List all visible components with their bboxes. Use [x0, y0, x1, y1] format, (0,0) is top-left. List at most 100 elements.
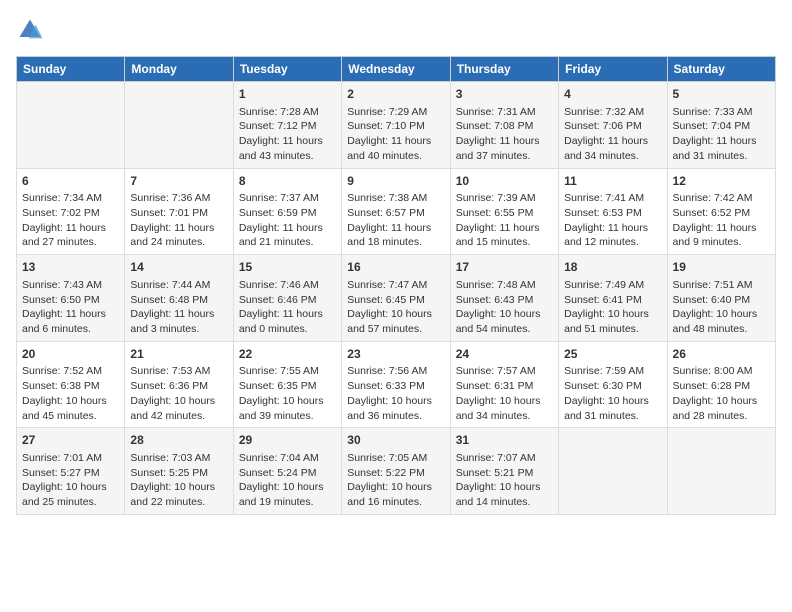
calendar-cell: [125, 82, 233, 169]
day-number: 17: [456, 259, 553, 276]
calendar-cell: 23 Sunrise: 7:56 AM Sunset: 6:33 PM Dayli…: [342, 341, 450, 428]
column-header-sunday: Sunday: [17, 57, 125, 82]
cell-content: Sunrise: 8:00 AM Sunset: 6:28 PM Dayligh…: [673, 365, 758, 421]
day-number: 15: [239, 259, 336, 276]
calendar-cell: 13 Sunrise: 7:43 AM Sunset: 6:50 PM Dayli…: [17, 255, 125, 342]
day-number: 11: [564, 173, 661, 190]
calendar-cell: 27 Sunrise: 7:01 AM Sunset: 5:27 PM Dayli…: [17, 428, 125, 515]
cell-content: Sunrise: 7:59 AM Sunset: 6:30 PM Dayligh…: [564, 365, 649, 421]
calendar-cell: 1 Sunrise: 7:28 AM Sunset: 7:12 PM Daylig…: [233, 82, 341, 169]
column-header-friday: Friday: [559, 57, 667, 82]
calendar-cell: 3 Sunrise: 7:31 AM Sunset: 7:08 PM Daylig…: [450, 82, 558, 169]
day-number: 7: [130, 173, 227, 190]
day-number: 23: [347, 346, 444, 363]
calendar-cell: 22 Sunrise: 7:55 AM Sunset: 6:35 PM Dayli…: [233, 341, 341, 428]
calendar-cell: 19 Sunrise: 7:51 AM Sunset: 6:40 PM Dayli…: [667, 255, 775, 342]
cell-content: Sunrise: 7:56 AM Sunset: 6:33 PM Dayligh…: [347, 365, 432, 421]
day-number: 19: [673, 259, 770, 276]
day-number: 18: [564, 259, 661, 276]
cell-content: Sunrise: 7:52 AM Sunset: 6:38 PM Dayligh…: [22, 365, 107, 421]
calendar-cell: 14 Sunrise: 7:44 AM Sunset: 6:48 PM Dayli…: [125, 255, 233, 342]
cell-content: Sunrise: 7:04 AM Sunset: 5:24 PM Dayligh…: [239, 452, 324, 508]
week-row-1: 1 Sunrise: 7:28 AM Sunset: 7:12 PM Daylig…: [17, 82, 776, 169]
calendar-cell: 28 Sunrise: 7:03 AM Sunset: 5:25 PM Dayli…: [125, 428, 233, 515]
calendar-cell: [559, 428, 667, 515]
calendar-cell: [667, 428, 775, 515]
calendar-table: SundayMondayTuesdayWednesdayThursdayFrid…: [16, 56, 776, 515]
day-number: 22: [239, 346, 336, 363]
column-header-tuesday: Tuesday: [233, 57, 341, 82]
week-row-5: 27 Sunrise: 7:01 AM Sunset: 5:27 PM Dayli…: [17, 428, 776, 515]
calendar-cell: [17, 82, 125, 169]
page-header: [16, 16, 776, 44]
day-number: 24: [456, 346, 553, 363]
day-number: 21: [130, 346, 227, 363]
calendar-cell: 9 Sunrise: 7:38 AM Sunset: 6:57 PM Daylig…: [342, 168, 450, 255]
day-number: 12: [673, 173, 770, 190]
cell-content: Sunrise: 7:01 AM Sunset: 5:27 PM Dayligh…: [22, 452, 107, 508]
day-number: 4: [564, 86, 661, 103]
week-row-2: 6 Sunrise: 7:34 AM Sunset: 7:02 PM Daylig…: [17, 168, 776, 255]
day-number: 5: [673, 86, 770, 103]
cell-content: Sunrise: 7:44 AM Sunset: 6:48 PM Dayligh…: [130, 279, 214, 335]
cell-content: Sunrise: 7:33 AM Sunset: 7:04 PM Dayligh…: [673, 106, 757, 162]
day-number: 3: [456, 86, 553, 103]
calendar-cell: 8Sunrise: 7:37 AM Sunset: 6:59 PM Daylig…: [233, 168, 341, 255]
day-number: 9: [347, 173, 444, 190]
calendar-cell: 16Sunrise: 7:47 AM Sunset: 6:45 PM Dayli…: [342, 255, 450, 342]
calendar-cell: 24 Sunrise: 7:57 AM Sunset: 6:31 PM Dayli…: [450, 341, 558, 428]
cell-content: Sunrise: 7:43 AM Sunset: 6:50 PM Dayligh…: [22, 279, 106, 335]
calendar-cell: 20 Sunrise: 7:52 AM Sunset: 6:38 PM Dayli…: [17, 341, 125, 428]
calendar-cell: 5 Sunrise: 7:33 AM Sunset: 7:04 PM Daylig…: [667, 82, 775, 169]
cell-content: Sunrise: 7:03 AM Sunset: 5:25 PM Dayligh…: [130, 452, 215, 508]
day-number: 2: [347, 86, 444, 103]
day-number: 26: [673, 346, 770, 363]
cell-content: Sunrise: 7:38 AM Sunset: 6:57 PM Dayligh…: [347, 192, 431, 248]
cell-content: Sunrise: 7:55 AM Sunset: 6:35 PM Dayligh…: [239, 365, 324, 421]
calendar-cell: 7Sunrise: 7:36 AM Sunset: 7:01 PM Daylig…: [125, 168, 233, 255]
calendar-cell: 26 Sunrise: 8:00 AM Sunset: 6:28 PM Dayli…: [667, 341, 775, 428]
calendar-cell: 17 Sunrise: 7:48 AM Sunset: 6:43 PM Dayli…: [450, 255, 558, 342]
cell-content: Sunrise: 7:41 AM Sunset: 6:53 PM Dayligh…: [564, 192, 648, 248]
cell-content: Sunrise: 7:48 AM Sunset: 6:43 PM Dayligh…: [456, 279, 541, 335]
cell-content: Sunrise: 7:49 AM Sunset: 6:41 PM Dayligh…: [564, 279, 649, 335]
cell-content: Sunrise: 7:57 AM Sunset: 6:31 PM Dayligh…: [456, 365, 541, 421]
column-header-monday: Monday: [125, 57, 233, 82]
column-header-saturday: Saturday: [667, 57, 775, 82]
day-number: 6: [22, 173, 119, 190]
day-number: 29: [239, 432, 336, 449]
cell-content: Sunrise: 7:51 AM Sunset: 6:40 PM Dayligh…: [673, 279, 758, 335]
calendar-cell: 12 Sunrise: 7:42 AM Sunset: 6:52 PM Dayli…: [667, 168, 775, 255]
day-number: 10: [456, 173, 553, 190]
cell-content: Sunrise: 7:28 AM Sunset: 7:12 PM Dayligh…: [239, 106, 323, 162]
calendar-cell: 21 Sunrise: 7:53 AM Sunset: 6:36 PM Dayli…: [125, 341, 233, 428]
day-number: 27: [22, 432, 119, 449]
day-number: 30: [347, 432, 444, 449]
cell-content: Sunrise: 7:29 AM Sunset: 7:10 PM Dayligh…: [347, 106, 431, 162]
cell-content: Sunrise: 7:39 AM Sunset: 6:55 PM Dayligh…: [456, 192, 540, 248]
calendar-cell: 18 Sunrise: 7:49 AM Sunset: 6:41 PM Dayli…: [559, 255, 667, 342]
calendar-cell: 15Sunrise: 7:46 AM Sunset: 6:46 PM Dayli…: [233, 255, 341, 342]
calendar-cell: 2 Sunrise: 7:29 AM Sunset: 7:10 PM Daylig…: [342, 82, 450, 169]
day-number: 1: [239, 86, 336, 103]
day-number: 16: [347, 259, 444, 276]
logo-icon: [16, 16, 44, 44]
day-number: 14: [130, 259, 227, 276]
day-number: 31: [456, 432, 553, 449]
cell-content: Sunrise: 7:05 AM Sunset: 5:22 PM Dayligh…: [347, 452, 432, 508]
day-number: 8: [239, 173, 336, 190]
header-row: SundayMondayTuesdayWednesdayThursdayFrid…: [17, 57, 776, 82]
calendar-cell: 6 Sunrise: 7:34 AM Sunset: 7:02 PM Daylig…: [17, 168, 125, 255]
day-number: 13: [22, 259, 119, 276]
calendar-cell: 30 Sunrise: 7:05 AM Sunset: 5:22 PM Dayli…: [342, 428, 450, 515]
cell-content: Sunrise: 7:31 AM Sunset: 7:08 PM Dayligh…: [456, 106, 540, 162]
logo: [16, 16, 48, 44]
day-number: 20: [22, 346, 119, 363]
cell-content: Sunrise: 7:53 AM Sunset: 6:36 PM Dayligh…: [130, 365, 215, 421]
cell-content: Sunrise: 7:42 AM Sunset: 6:52 PM Dayligh…: [673, 192, 757, 248]
calendar-cell: 10 Sunrise: 7:39 AM Sunset: 6:55 PM Dayli…: [450, 168, 558, 255]
calendar-cell: 4Sunrise: 7:32 AM Sunset: 7:06 PM Daylig…: [559, 82, 667, 169]
cell-content: Sunrise: 7:34 AM Sunset: 7:02 PM Dayligh…: [22, 192, 106, 248]
column-header-wednesday: Wednesday: [342, 57, 450, 82]
day-number: 28: [130, 432, 227, 449]
